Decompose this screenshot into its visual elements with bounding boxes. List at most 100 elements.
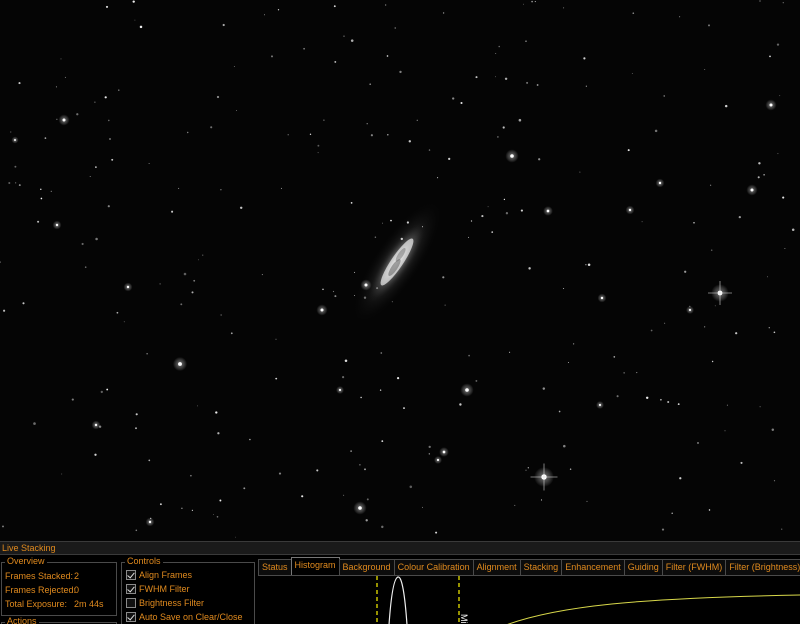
star: [148, 520, 152, 524]
faint-star: [773, 331, 776, 334]
brightness-filter-option[interactable]: Brightness Filter: [126, 598, 204, 608]
faint-star: [693, 222, 695, 224]
faint-star: [435, 531, 438, 534]
faint-star: [613, 356, 616, 358]
faint-star: [660, 398, 662, 401]
faint-star: [504, 77, 508, 81]
auto-save-checkbox[interactable]: [126, 612, 136, 622]
tab-filter-brightness[interactable]: Filter (Brightness): [725, 559, 800, 575]
faint-star: [105, 5, 109, 8]
faint-star: [148, 459, 151, 462]
galaxy: [353, 202, 441, 322]
faint-star: [387, 134, 389, 136]
tab-filter-fwhm[interactable]: Filter (FWHM): [661, 559, 727, 575]
histogram-view[interactable]: Mi: [258, 575, 800, 624]
faint-star: [679, 477, 682, 480]
tab-guiding[interactable]: Guiding: [623, 559, 663, 575]
faint-star: [334, 295, 337, 298]
fwhm-filter-option[interactable]: FWHM Filter: [126, 584, 190, 594]
faint-star: [159, 503, 162, 506]
faint-star: [230, 332, 233, 335]
brightness-filter-checkbox[interactable]: [126, 598, 136, 608]
faint-star: [104, 96, 107, 99]
faint-star: [261, 274, 263, 276]
faint-star: [645, 396, 649, 400]
faint-star: [663, 95, 665, 97]
faint-star: [363, 296, 367, 299]
star: [628, 208, 632, 212]
faint-star: [216, 516, 219, 518]
live-stacking-titlebar[interactable]: Live Stacking: [0, 541, 800, 555]
faint-star: [60, 58, 62, 60]
faint-star: [220, 314, 222, 316]
faint-star: [171, 210, 174, 213]
faint-star: [106, 388, 109, 391]
faint-star: [442, 12, 445, 14]
stacked-image-view[interactable]: [0, 0, 800, 541]
faint-star: [704, 69, 706, 70]
faint-star: [563, 288, 565, 289]
faint-star: [776, 43, 780, 46]
faint-star: [491, 231, 494, 233]
faint-star: [409, 485, 413, 489]
faint-star: [343, 494, 345, 496]
align-frames-option[interactable]: Align Frames: [126, 570, 192, 580]
faint-star: [220, 189, 222, 191]
faint-star: [116, 311, 119, 314]
faint-star: [50, 190, 52, 192]
faint-star: [708, 509, 711, 511]
faint-star: [709, 184, 712, 186]
faint-star: [301, 495, 304, 498]
faint-star: [416, 119, 418, 121]
faint-star: [782, 2, 784, 4]
faint-star: [370, 134, 373, 137]
faint-star: [470, 220, 473, 222]
faint-star: [239, 206, 243, 210]
faint-star: [350, 202, 353, 204]
faint-star: [667, 400, 670, 404]
faint-star: [197, 405, 198, 407]
star: [465, 388, 469, 392]
faint-star: [403, 407, 405, 410]
align-frames-checkbox[interactable]: [126, 570, 136, 580]
histogram-stretch-curve: [507, 594, 800, 624]
faint-star: [134, 19, 136, 21]
tab-stacking[interactable]: Stacking: [519, 559, 563, 575]
faint-star: [360, 396, 362, 399]
faint-star: [631, 72, 633, 75]
faint-star: [475, 76, 478, 79]
tab-background[interactable]: Background: [338, 559, 395, 575]
faint-star: [380, 352, 383, 354]
auto-save-option[interactable]: Auto Save on Clear/Close: [126, 612, 243, 622]
faint-star: [217, 432, 220, 435]
fwhm-filter-checkbox[interactable]: [126, 584, 136, 594]
fwhm-filter-label: FWHM Filter: [139, 584, 190, 594]
faint-star: [18, 184, 21, 187]
faint-star: [278, 472, 282, 475]
faint-star: [344, 359, 348, 363]
faint-star: [391, 301, 393, 303]
faint-star: [150, 517, 152, 519]
tab-colour-calibration[interactable]: Colour Calibration: [393, 559, 474, 575]
faint-star: [460, 101, 463, 105]
tab-status[interactable]: Status: [258, 559, 292, 575]
faint-star: [528, 267, 531, 270]
frames-rejected-row: Frames Rejected: 0: [5, 585, 79, 595]
faint-star: [354, 295, 355, 297]
faint-star: [768, 327, 770, 329]
faint-star: [771, 428, 775, 431]
faint-star: [428, 445, 431, 449]
faint-star: [531, 0, 533, 3]
tab-histogram[interactable]: Histogram: [290, 557, 340, 575]
faint-star: [759, 406, 761, 408]
faint-star: [235, 110, 237, 111]
tab-enhancement[interactable]: Enhancement: [561, 559, 625, 575]
frames-stacked-value: 2: [74, 571, 80, 581]
faint-star: [216, 95, 220, 99]
star: [320, 308, 324, 312]
faint-star: [406, 221, 410, 224]
tab-alignment[interactable]: Alignment: [472, 559, 521, 575]
faint-star: [61, 473, 63, 475]
faint-star: [81, 242, 84, 246]
faint-star: [323, 119, 325, 121]
